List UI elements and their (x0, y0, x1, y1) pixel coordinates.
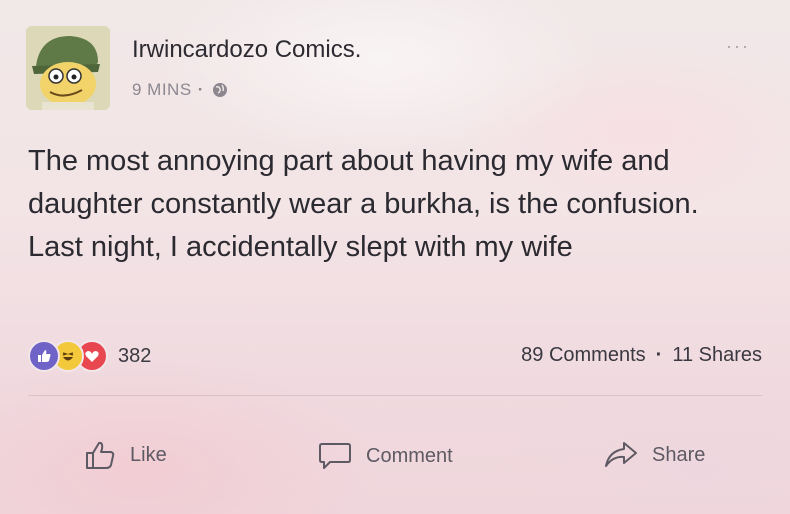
like-button[interactable]: Like (84, 440, 167, 470)
share-button[interactable]: Share (604, 440, 705, 470)
post-body-line: Last night, I accidentally slept with my… (28, 231, 573, 263)
page-avatar[interactable] (26, 26, 110, 110)
like-button-label: Like (130, 443, 167, 466)
comment-button[interactable]: Comment (318, 440, 453, 472)
reaction-count: 382 (118, 344, 152, 367)
post-meta: 9 MINS · (132, 80, 228, 100)
post-body-line: The most annoying part about having my w… (28, 145, 699, 220)
reactions-summary[interactable]: 382 (28, 340, 151, 372)
comments-count-link[interactable]: 89 Comments (521, 344, 646, 367)
comment-button-label: Comment (366, 444, 453, 467)
shares-count-link[interactable]: 11 Shares (672, 344, 762, 367)
comment-bubble-icon (319, 443, 351, 469)
post-body: The most annoying part about having my w… (28, 140, 768, 269)
divider (28, 395, 762, 396)
post-card: Irwincardozo Comics. 9 MINS · ··· The mo… (0, 0, 790, 514)
action-bar: Like Comment Share (0, 440, 790, 484)
more-options-button[interactable]: ··· (726, 36, 750, 57)
globe-icon (212, 82, 228, 98)
cartoon-avatar-icon (26, 26, 110, 110)
share-arrow-icon (605, 442, 637, 467)
share-button-label: Share (652, 443, 706, 466)
meta-separator: · (197, 80, 204, 99)
post-timestamp[interactable]: 9 MINS (132, 80, 192, 100)
stats-separator: · (655, 344, 663, 366)
engagement-stats: 89 Comments · 11 Shares (521, 344, 762, 367)
thumbs-up-icon (86, 441, 115, 469)
like-reaction-icon (28, 340, 60, 372)
page-name-link[interactable]: Irwincardozo Comics. (132, 36, 361, 64)
